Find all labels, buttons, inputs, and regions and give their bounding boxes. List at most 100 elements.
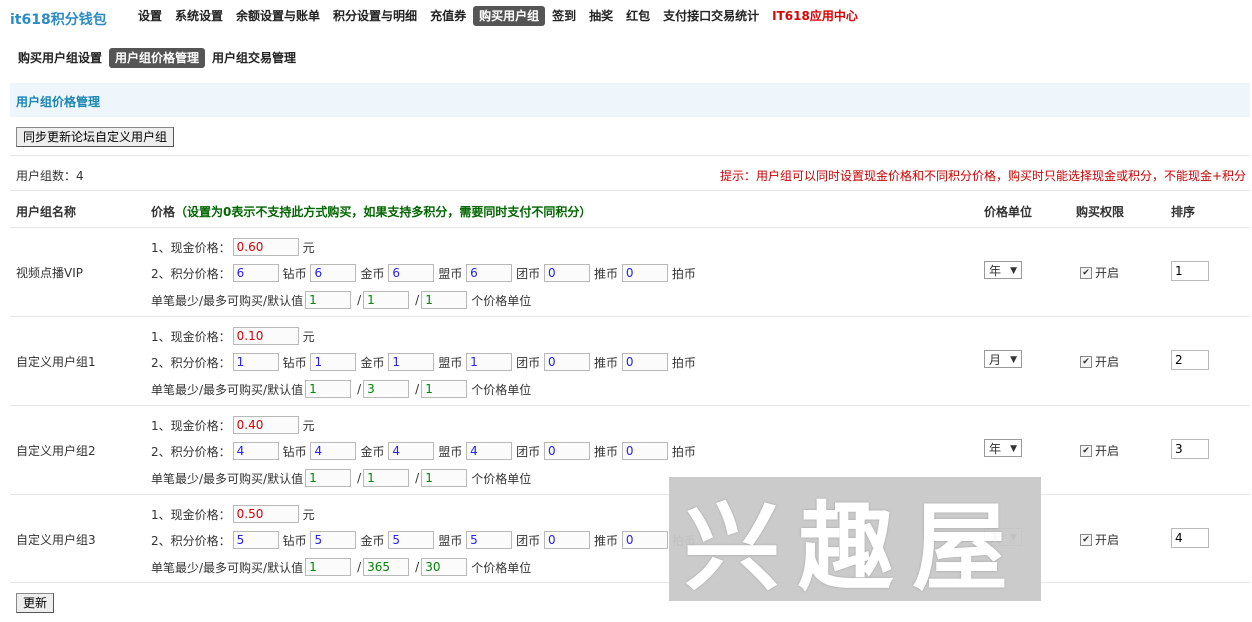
sort-input[interactable] — [1171, 261, 1209, 281]
permission-checkbox[interactable]: ✔ — [1080, 444, 1092, 457]
mengbi-input[interactable] — [388, 531, 435, 549]
sort-input[interactable] — [1171, 439, 1209, 459]
max-qty-input[interactable] — [363, 558, 410, 576]
paibi-input[interactable] — [621, 353, 668, 371]
nav-recharge-coupon[interactable]: 充值券 — [424, 6, 472, 26]
tab-price-management[interactable]: 用户组价格管理 — [109, 48, 206, 68]
tab-buy-settings[interactable]: 购买用户组设置 — [12, 48, 108, 68]
zuanbi-input[interactable] — [232, 353, 279, 371]
nav-lottery[interactable]: 抽奖 — [583, 6, 619, 26]
cash-price-label: 1、现金价格： — [151, 329, 231, 344]
tuibi-input[interactable] — [544, 353, 591, 371]
sort-input[interactable] — [1171, 350, 1209, 370]
max-qty-input[interactable] — [363, 380, 410, 398]
cash-price-input[interactable] — [232, 505, 299, 523]
tuibi-input[interactable] — [544, 442, 591, 460]
cash-price-line: 1、现金价格： 元 — [151, 326, 315, 346]
cash-price-input[interactable] — [232, 238, 299, 256]
header-name: 用户组名称 — [16, 205, 77, 219]
usergroup-name: 视频点播VIP — [16, 266, 83, 280]
price-unit-select[interactable]: 年 ▼ — [984, 439, 1022, 457]
update-button[interactable]: 更新 — [16, 593, 55, 613]
quantity-suffix: 个价格单位 — [471, 471, 532, 486]
default-qty-input[interactable] — [421, 558, 468, 576]
nav-payment-stats[interactable]: 支付接口交易统计 — [657, 6, 765, 26]
permission-checkbox[interactable]: ✔ — [1080, 533, 1092, 546]
mengbi-input[interactable] — [388, 353, 435, 371]
min-qty-input[interactable] — [305, 558, 352, 576]
jinbi-input[interactable] — [310, 531, 357, 549]
sort-input[interactable] — [1171, 528, 1209, 548]
mengbi-input[interactable] — [388, 442, 435, 460]
buy-permission: ✔ 开启 — [1080, 264, 1119, 281]
cash-price-line: 1、现金价格： 元 — [151, 237, 315, 257]
zuanbi-input[interactable] — [232, 531, 279, 549]
price-unit-select[interactable]: 年 ▼ — [984, 261, 1022, 279]
tuanbi-input[interactable] — [466, 531, 513, 549]
nav-credits[interactable]: 积分设置与明细 — [327, 6, 423, 26]
permission-checkbox[interactable]: ✔ — [1080, 266, 1092, 279]
paibi-label: 拍币 — [671, 444, 696, 459]
separator: / — [415, 382, 420, 396]
nav-app-center[interactable]: IT618应用中心 — [766, 6, 864, 26]
usergroup-name: 自定义用户组3 — [16, 533, 96, 547]
nav-redpacket[interactable]: 红包 — [620, 6, 656, 26]
paibi-input[interactable] — [621, 264, 668, 282]
min-qty-input[interactable] — [305, 469, 352, 487]
paibi-input[interactable] — [621, 531, 668, 549]
jinbi-input[interactable] — [310, 353, 357, 371]
tuanbi-input[interactable] — [466, 264, 513, 282]
quantity-line: 单笔最少/最多可购买/默认值 / / 个价格单位 — [151, 557, 531, 577]
quantity-label: 单笔最少/最多可购买/默认值 — [151, 382, 304, 397]
default-qty-input[interactable] — [421, 380, 468, 398]
header-price: 价格（设置为0表示不支持此方式购买，如果支持多积分，需要同时支付不同积分） — [151, 203, 591, 220]
tab-transaction-management[interactable]: 用户组交易管理 — [206, 48, 302, 68]
default-qty-input[interactable] — [421, 291, 468, 309]
credit-price-label: 2、积分价格： — [151, 533, 231, 548]
mengbi-label: 盟币 — [438, 266, 463, 281]
permission-checkbox[interactable]: ✔ — [1080, 355, 1092, 368]
separator: / — [415, 471, 420, 485]
nav-settings[interactable]: 设置 — [132, 6, 168, 26]
mengbi-input[interactable] — [388, 264, 435, 282]
table-row: 自定义用户组31、现金价格：元2、积分价格：钻币 金币 盟币 团币 推币 拍币单… — [10, 495, 1250, 584]
credit-price-label: 2、积分价格： — [151, 355, 231, 370]
nav-balance[interactable]: 余额设置与账单 — [230, 6, 326, 26]
zuanbi-input[interactable] — [232, 442, 279, 460]
tuanbi-input[interactable] — [466, 353, 513, 371]
quantity-line: 单笔最少/最多可购买/默认值 / / 个价格单位 — [151, 379, 531, 399]
paibi-input[interactable] — [621, 442, 668, 460]
price-unit-select[interactable]: 月 ▼ — [984, 350, 1022, 368]
cash-price-label: 1、现金价格： — [151, 240, 231, 255]
permission-label: 开启 — [1095, 355, 1120, 369]
cash-price-input[interactable] — [232, 327, 299, 345]
group-count: 用户组数：4 — [16, 169, 84, 183]
max-qty-input[interactable] — [363, 469, 410, 487]
price-unit-value: 年 — [989, 442, 1002, 456]
sync-usergroups-button[interactable]: 同步更新论坛自定义用户组 — [16, 127, 175, 147]
separator: / — [415, 560, 420, 574]
paibi-label: 拍币 — [671, 266, 696, 281]
min-qty-input[interactable] — [305, 380, 352, 398]
jinbi-input[interactable] — [310, 264, 357, 282]
tuibi-input[interactable] — [544, 531, 591, 549]
max-qty-input[interactable] — [363, 291, 410, 309]
top-nav: it618积分钱包 设置 系统设置 余额设置与账单 积分设置与明细 充值券 购买… — [0, 0, 1252, 36]
jinbi-input[interactable] — [310, 442, 357, 460]
nav-signin[interactable]: 签到 — [546, 6, 582, 26]
tuanbi-input[interactable] — [466, 442, 513, 460]
zuanbi-label: 钻币 — [282, 533, 307, 548]
header-sort: 排序 — [1171, 205, 1196, 219]
divider — [10, 190, 1250, 191]
default-qty-input[interactable] — [421, 469, 468, 487]
nav-system-settings[interactable]: 系统设置 — [169, 6, 229, 26]
zuanbi-input[interactable] — [232, 264, 279, 282]
credit-price-line: 2、积分价格： 钻币 金币 盟币 团币 推币 拍币 — [151, 441, 696, 461]
tuibi-input[interactable] — [544, 264, 591, 282]
main-nav: 设置 系统设置 余额设置与账单 积分设置与明细 充值券 购买用户组 签到 抽奖 … — [132, 6, 865, 26]
cash-price-input[interactable] — [232, 416, 299, 434]
nav-buy-usergroup[interactable]: 购买用户组 — [473, 6, 546, 26]
buy-permission: ✔ 开启 — [1080, 531, 1119, 548]
jinbi-label: 金币 — [360, 533, 385, 548]
min-qty-input[interactable] — [305, 291, 352, 309]
